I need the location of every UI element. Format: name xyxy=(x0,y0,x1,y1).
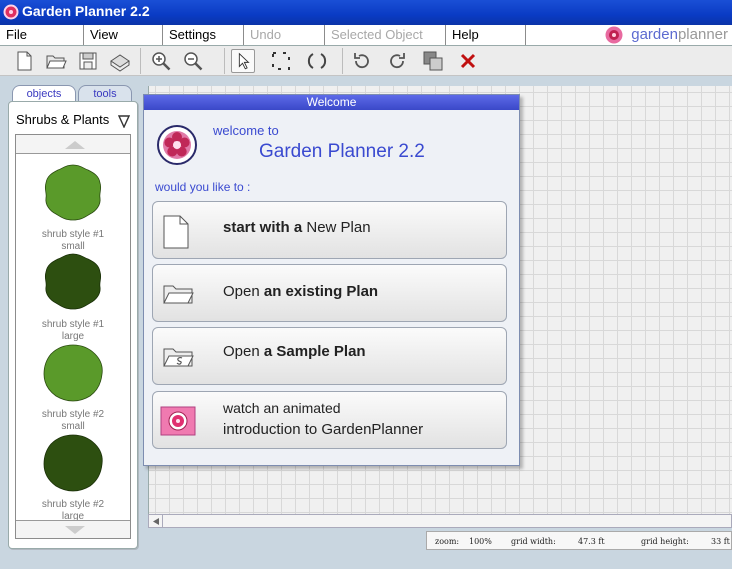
object-list: shrub style #1 small shrub style #1 larg… xyxy=(15,134,131,539)
scrollbar-divider xyxy=(162,515,163,527)
new-file-icon xyxy=(163,215,189,249)
category-dropdown[interactable]: Shrubs & Plants xyxy=(16,112,130,132)
scroll-down-button[interactable] xyxy=(16,520,130,538)
pointer-icon[interactable] xyxy=(231,49,255,73)
zoom-in-icon[interactable] xyxy=(149,49,173,73)
marquee-select-icon[interactable] xyxy=(269,49,293,73)
shrub-icon xyxy=(43,344,103,402)
open-plan-button[interactable]: Open an existing Plan xyxy=(152,264,507,322)
flower-logo-icon xyxy=(157,125,197,165)
rotate-right-icon[interactable] xyxy=(385,49,409,73)
option-text-a: Open xyxy=(223,343,264,360)
option-text-a: start with a xyxy=(223,219,307,236)
grid-height-value: 33 ft xyxy=(711,537,730,546)
shrub-icon xyxy=(44,253,102,310)
list-item[interactable]: shrub style #2 large xyxy=(16,431,130,522)
list-item[interactable]: shrub style #1 small xyxy=(16,161,130,252)
list-item[interactable]: shrub style #2 small xyxy=(16,341,130,432)
window-title: Garden Planner 2.2 xyxy=(22,3,150,19)
menu-help[interactable]: Help xyxy=(446,25,526,45)
toolbar-separator xyxy=(140,48,141,74)
option-text-b: New Plan xyxy=(306,219,371,236)
app-logo-icon xyxy=(3,4,19,20)
new-file-icon[interactable] xyxy=(12,49,36,73)
prompt-text: would you like to : xyxy=(155,180,251,194)
open-folder-icon xyxy=(163,285,194,304)
menu-selected-object[interactable]: Selected Object xyxy=(325,25,446,45)
grid-height-label: grid height: xyxy=(641,537,689,546)
shrub-icon xyxy=(43,434,103,492)
rotate-left-icon[interactable] xyxy=(350,49,374,73)
tab-objects[interactable]: objects xyxy=(12,85,76,102)
item-label-1: shrub style #1 xyxy=(41,319,105,330)
menu-undo[interactable]: Undo xyxy=(244,25,325,45)
option-text-b: a Sample Plan xyxy=(263,343,366,360)
rotate-icon[interactable] xyxy=(305,49,329,73)
status-bar: zoom: 100% grid width: 47.3 ft grid heig… xyxy=(426,531,732,550)
grid-width-value: 47.3 ft xyxy=(578,537,605,546)
welcome-text: welcome to xyxy=(213,123,279,138)
menu-file[interactable]: File xyxy=(0,25,84,45)
dialog-title: Welcome xyxy=(144,95,519,110)
category-label: Shrubs & Plants xyxy=(16,112,110,127)
watch-intro-button[interactable]: watch an animated introduction to Garden… xyxy=(152,391,507,449)
option-text-a: Open xyxy=(223,283,264,300)
option-text-a: watch an animated xyxy=(223,400,341,416)
zoom-label: zoom: xyxy=(435,537,460,546)
menu-settings[interactable]: Settings xyxy=(163,25,244,45)
open-folder-icon[interactable] xyxy=(44,49,68,73)
option-text-b: introduction to GardenPlanner xyxy=(223,421,424,438)
item-label-1: shrub style #2 xyxy=(41,409,105,420)
new-plan-button[interactable]: start with a New Plan xyxy=(152,201,507,259)
app-name-heading: Garden Planner 2.2 xyxy=(259,141,425,162)
grid-width-label: grid width: xyxy=(511,537,556,546)
item-label-1: shrub style #2 xyxy=(41,499,105,510)
sample-plan-button[interactable]: Open a Sample Plan xyxy=(152,327,507,385)
zoom-value: 100% xyxy=(469,537,492,546)
logo-text-garden: garden xyxy=(631,26,678,43)
sample-folder-icon xyxy=(163,348,194,367)
toolbar-separator xyxy=(224,48,225,74)
tab-tools[interactable]: tools xyxy=(78,85,132,102)
video-icon xyxy=(160,406,196,436)
shrub-icon xyxy=(44,164,102,221)
arrow-down-icon xyxy=(65,526,85,534)
gardenplanner-logo: gardenplanner xyxy=(605,26,728,44)
save-icon[interactable] xyxy=(76,49,100,73)
zoom-out-icon[interactable] xyxy=(181,49,205,73)
list-item[interactable]: shrub style #1 large xyxy=(16,251,130,342)
delete-icon[interactable] xyxy=(456,49,480,73)
print-icon[interactable] xyxy=(108,49,132,73)
scroll-left-icon[interactable] xyxy=(152,517,160,526)
dropdown-arrow-icon xyxy=(118,115,130,128)
flower-logo-icon xyxy=(605,26,623,44)
option-text-b: an existing Plan xyxy=(263,283,379,300)
toolbar-separator xyxy=(342,48,343,74)
arrow-up-icon xyxy=(65,141,85,149)
toolbar xyxy=(0,46,732,76)
horizontal-scrollbar[interactable] xyxy=(148,514,732,528)
item-label-1: shrub style #1 xyxy=(41,229,105,240)
title-bar: Garden Planner 2.2 xyxy=(0,0,732,25)
welcome-dialog: Welcome welcome to Garden Planner 2.2 wo… xyxy=(143,94,520,466)
menu-view[interactable]: View xyxy=(84,25,163,45)
logo-text-planner: planner xyxy=(677,26,728,43)
scroll-up-button[interactable] xyxy=(16,135,130,154)
bring-front-icon[interactable] xyxy=(421,49,445,73)
